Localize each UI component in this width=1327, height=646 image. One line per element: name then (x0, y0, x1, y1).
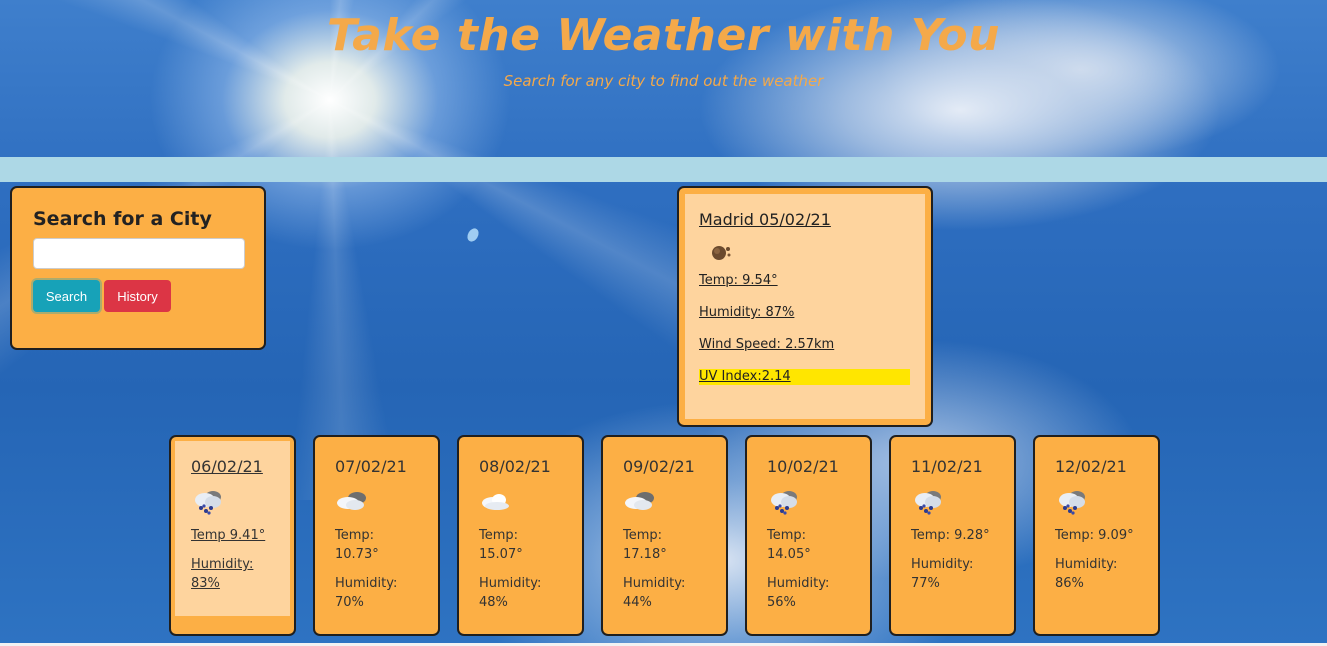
forecast-date: 07/02/21 (335, 457, 407, 476)
forecast-card: 08/02/21 Temp: 15.07° Humidity: 48% (457, 435, 584, 636)
forecast-humidity: Humidity: 83% (191, 557, 254, 591)
lens-flare (465, 226, 481, 244)
forecast-humidity: Humidity: 70% (335, 576, 398, 610)
forecast-card: 12/02/21 Temp: 9.09° Humidity: 86% (1033, 435, 1160, 636)
rain-cloud-icon (911, 486, 994, 516)
history-button[interactable]: History (104, 280, 171, 312)
search-button[interactable]: Search (33, 280, 100, 312)
forecast-date: 08/02/21 (479, 457, 551, 476)
forecast-date: 11/02/21 (911, 457, 983, 476)
forecast-temp: Temp 9.41° (191, 528, 266, 543)
forecast-date: 10/02/21 (767, 457, 839, 476)
page-title: Take the Weather with You (327, 10, 1000, 61)
moon-dust-icon (699, 237, 911, 263)
forecast-temp: Temp: 14.05° (767, 528, 811, 562)
current-uv-index: UV Index:2.14 (699, 369, 910, 385)
partly-cloudy-icon (623, 486, 706, 516)
forecast-humidity: Humidity: 44% (623, 576, 686, 610)
partly-cloudy-icon (335, 486, 418, 516)
forecast-date: 12/02/21 (1055, 457, 1127, 476)
current-weather-inner: Madrid 05/02/21 Temp: 9.54° Humidity: 87… (685, 194, 925, 419)
forecast-humidity: Humidity: 77% (911, 557, 974, 591)
forecast-humidity: Humidity: 86% (1055, 557, 1118, 591)
search-panel: Search for a City Search History (10, 186, 266, 350)
forecast-temp: Temp: 9.09° (1055, 528, 1134, 543)
forecast-card-inner: 06/02/21 Temp 9.41° Humidity: 83% (175, 441, 290, 616)
forecast-card: 09/02/21 Temp: 17.18° Humidity: 44% (601, 435, 728, 636)
current-wind-speed: Wind Speed: 2.57km (699, 337, 835, 352)
header-band (0, 157, 1327, 182)
search-button-row: Search History (33, 280, 243, 312)
rain-cloud-icon (767, 486, 850, 516)
city-search-input[interactable] (33, 238, 245, 269)
forecast-date: 09/02/21 (623, 457, 695, 476)
forecast-temp: Temp: 10.73° (335, 528, 379, 562)
forecast-humidity: Humidity: 56% (767, 576, 830, 610)
forecast-card: 06/02/21 Temp 9.41° Humidity: 83% (169, 435, 296, 636)
forecast-temp: Temp: 17.18° (623, 528, 667, 562)
page-header: Take the Weather with You Search for any… (0, 0, 1327, 157)
forecast-card: 11/02/21 Temp: 9.28° Humidity: 77% (889, 435, 1016, 636)
forecast-card: 07/02/21 Temp: 10.73° Humidity: 70% (313, 435, 440, 636)
forecast-temp: Temp: 15.07° (479, 528, 523, 562)
forecast-date: 06/02/21 (191, 457, 263, 476)
rain-cloud-icon (191, 486, 274, 516)
current-weather-card: Madrid 05/02/21 Temp: 9.54° Humidity: 87… (677, 186, 933, 427)
forecast-temp: Temp: 9.28° (911, 528, 990, 543)
rain-cloud-icon (1055, 486, 1138, 516)
forecast-humidity: Humidity: 48% (479, 576, 542, 610)
search-heading: Search for a City (33, 208, 212, 230)
cloud-icon (479, 486, 562, 516)
current-humidity: Humidity: 87% (699, 305, 795, 320)
forecast-card: 10/02/21 Temp: 14.05° Humidity: 56% (745, 435, 872, 636)
page-subtitle: Search for any city to find out the weat… (503, 72, 824, 90)
current-city-date: Madrid 05/02/21 (699, 210, 831, 229)
current-temp: Temp: 9.54° (699, 273, 778, 288)
